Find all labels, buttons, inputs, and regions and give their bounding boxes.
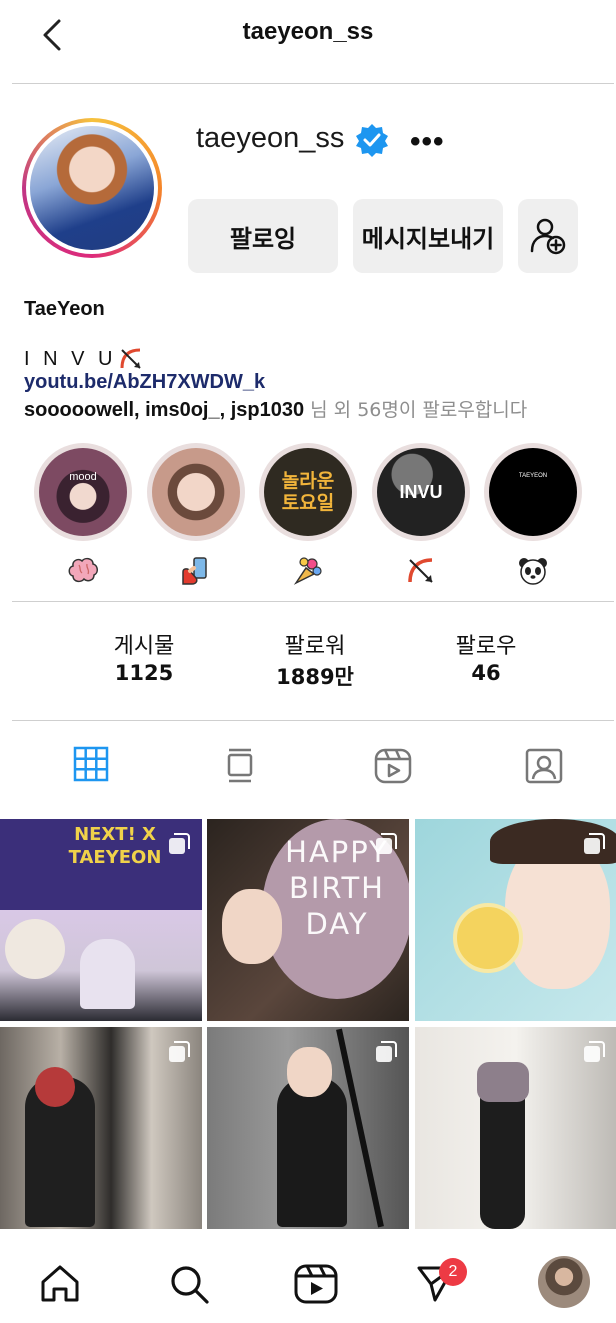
profile-username: taeyeon_ss [196,122,345,154]
following-count[interactable]: 46 [416,661,556,685]
message-button[interactable]: 메시지보내기 [353,199,503,273]
posts-label: 게시물 [113,634,175,659]
multiple-photos-icon [376,833,397,854]
notification-badge: 2 [439,1258,467,1286]
page-title: taeyeon_ss [242,18,374,45]
home-icon[interactable] [38,1262,82,1306]
divider [12,720,614,721]
following-button[interactable]: 팔로잉 [188,199,338,273]
highlight-2[interactable] [147,443,245,541]
avatar-image [30,126,154,250]
followed-by-rest: 님 외 56명이 팔로우합니다 [304,399,528,421]
highlight-cover-text: mood [69,471,97,483]
highlight-4[interactable]: INVU [372,443,470,541]
multiple-photos-icon [376,1041,397,1062]
multiple-photos-icon [584,833,605,854]
multiple-photos-icon [584,1041,605,1062]
feed-list-icon[interactable] [220,746,260,786]
add-friend-button[interactable] [518,199,578,273]
divider [12,83,614,84]
profile-avatar-icon[interactable] [538,1256,590,1308]
search-icon[interactable] [167,1262,211,1306]
brain-icon [63,556,103,591]
bio-text-label: I N V U [24,347,117,370]
multiple-photos-icon [169,833,190,854]
post-thumbnail[interactable]: NEXT! X TAEYEON [0,819,202,1021]
bow-and-arrow-icon [120,348,142,369]
selfie-icon [176,556,216,593]
post-thumbnail[interactable] [0,1027,202,1229]
followed-by-text[interactable]: sooooowell, ims0oj_, jsp1030 님 외 56명이 팔로… [24,395,527,422]
post-thumbnail[interactable]: HAPPY BIRTH DAY [207,819,409,1021]
more-options-button[interactable]: ••• [410,125,445,159]
followed-by-names: sooooowell, ims0oj_, jsp1030 [24,399,305,421]
bow-and-arrow-icon [401,556,441,593]
highlight-cover-text: 놀라운 토요일 [281,470,335,514]
profile-avatar[interactable] [22,118,162,258]
followers-label[interactable]: 팔로워 [245,628,385,660]
reels-icon[interactable] [373,746,413,786]
display-name: TaeYeon [24,298,105,320]
highlight-1[interactable]: mood [34,443,132,541]
bio-link[interactable]: youtu.be/AbZH7XWDW_k [24,371,265,394]
highlight-cover-text: INVU [399,481,443,502]
verified-badge-icon [356,124,388,157]
reels-icon[interactable] [294,1262,338,1306]
post-overlay-text: NEXT! X TAEYEON [68,824,162,868]
post-thumbnail[interactable] [415,819,616,1021]
bouquet-icon [288,556,328,593]
multiple-photos-icon [169,1041,190,1062]
grid-icon[interactable] [71,744,111,784]
post-thumbnail[interactable] [415,1027,616,1229]
posts-count: 1125 [114,661,174,685]
tagged-person-icon[interactable] [524,746,564,786]
highlight-cover-text: TAEYEON [518,473,548,479]
following-label[interactable]: 팔로우 [416,628,556,660]
highlight-5[interactable]: TAEYEON [484,443,582,541]
add-person-icon [530,218,566,255]
bio-text: I N V U [24,346,144,372]
divider [12,601,614,602]
panda-icon [513,556,553,593]
post-thumbnail[interactable] [207,1027,409,1229]
followers-count[interactable]: 1889만 [245,661,385,691]
highlight-3[interactable]: 놀라운 토요일 [259,443,357,541]
